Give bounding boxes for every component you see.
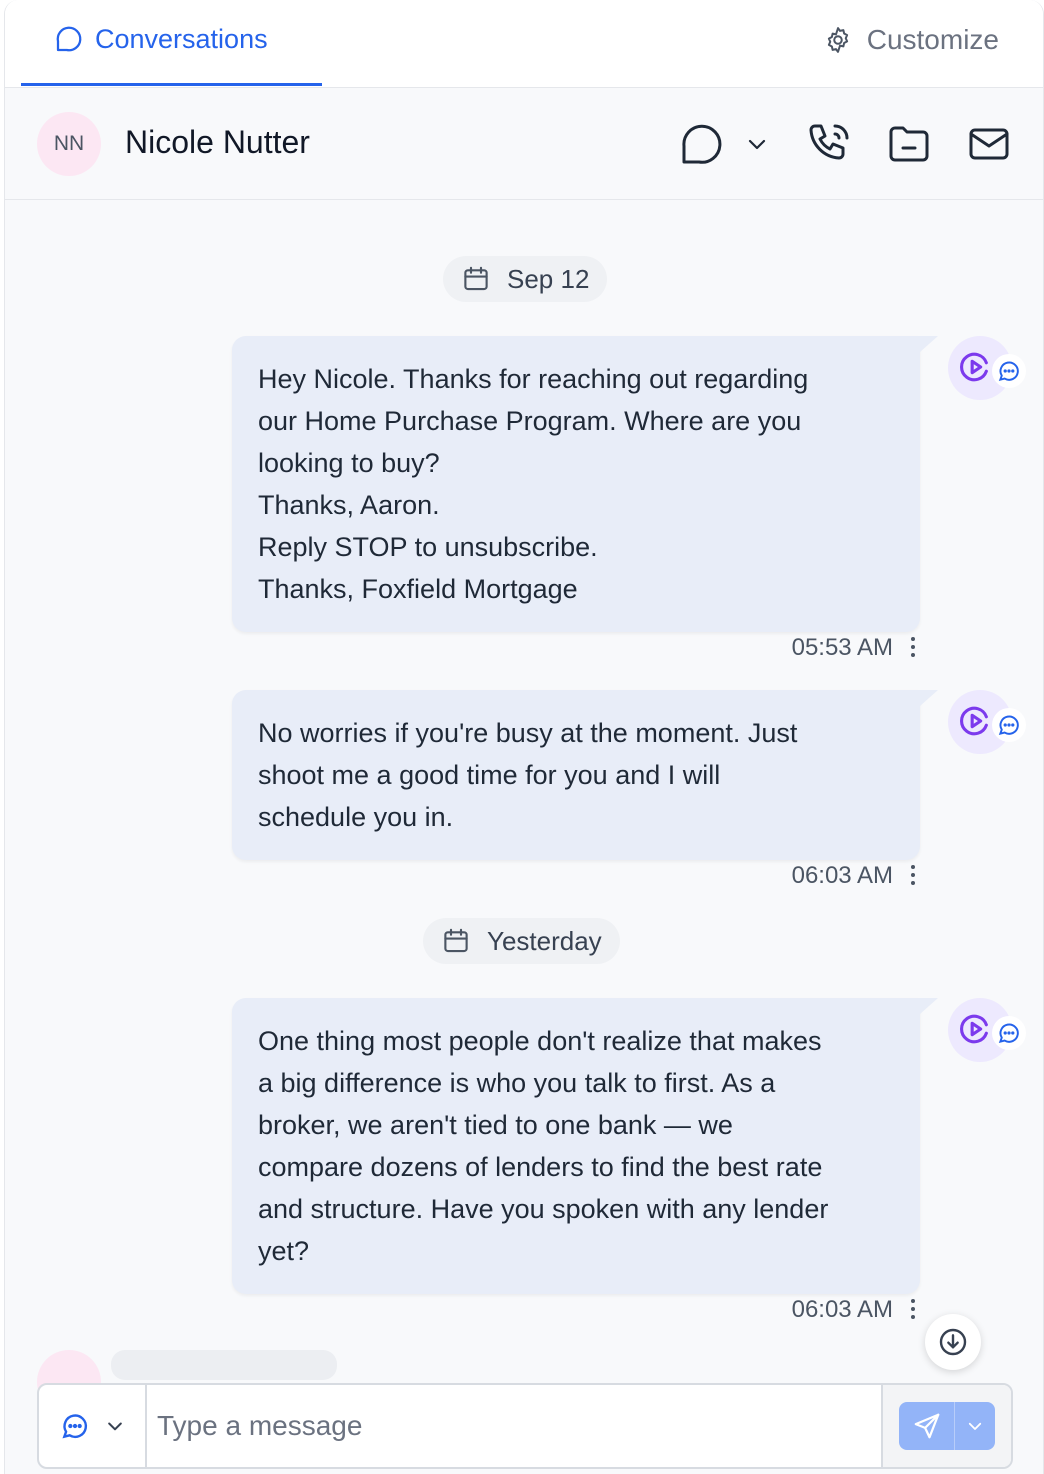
send-options-button[interactable] — [955, 1402, 995, 1450]
message-line: schedule you in. — [258, 802, 454, 832]
message-line: broker, we aren't tied to one bank — we — [258, 1110, 733, 1140]
message-time: 06:03 AM — [791, 862, 893, 889]
message-bubble[interactable]: One thing most people don't realize that… — [232, 998, 938, 1294]
message-time: 05:53 AM — [791, 634, 893, 661]
send-area — [881, 1385, 1011, 1467]
send-button-group — [899, 1402, 995, 1450]
more-vertical-icon[interactable] — [909, 864, 917, 886]
message-meta: 05:53 AM — [791, 634, 915, 662]
sms-badge — [992, 708, 1026, 742]
tab-bar: Conversations Customize — [5, 0, 1043, 88]
play-circle-icon — [960, 706, 988, 736]
chevron-down-icon — [108, 1422, 122, 1431]
message-bubble[interactable]: No worries if you're busy at the moment.… — [232, 690, 938, 860]
sender-avatar — [948, 336, 1026, 400]
play-circle-icon — [960, 1014, 988, 1044]
scroll-to-bottom-button[interactable] — [925, 1314, 981, 1370]
sms-icon — [998, 361, 1019, 382]
message-time: 06:03 AM — [791, 1296, 893, 1323]
date-label: Sep 12 — [507, 263, 590, 294]
gear-icon — [827, 27, 848, 53]
message-bubble[interactable]: Hey Nicole. Thanks for reaching out rega… — [232, 336, 938, 632]
sms-icon — [62, 1414, 88, 1439]
message-line: No worries if you're busy at the moment.… — [258, 718, 798, 748]
tab-customize-label: Customize — [866, 24, 999, 55]
send-button[interactable] — [899, 1402, 955, 1450]
message-input[interactable] — [147, 1385, 881, 1467]
calendar-icon — [464, 266, 488, 291]
date-divider: Sep 12 — [443, 256, 608, 302]
chat-bubble-icon[interactable] — [677, 120, 725, 168]
channel-selector[interactable] — [39, 1385, 147, 1467]
play-circle-icon — [960, 352, 988, 382]
folder-icon[interactable] — [885, 120, 933, 168]
contact-name[interactable]: Nicole Nutter — [125, 124, 310, 161]
sms-badge — [992, 354, 1026, 388]
date-divider: Yesterday — [423, 918, 620, 964]
date-label: Yesterday — [487, 925, 602, 956]
send-icon — [914, 1413, 939, 1439]
message-line: Reply STOP to unsubscribe. — [258, 532, 598, 562]
message-line: Thanks, Foxfield Mortgage — [258, 574, 578, 604]
sms-badge — [992, 1016, 1026, 1050]
chevron-down-icon — [968, 1422, 982, 1430]
avatar[interactable]: NN — [37, 112, 101, 176]
phone-icon[interactable] — [805, 120, 853, 168]
sms-icon — [998, 715, 1019, 736]
message-composer — [37, 1383, 1013, 1469]
message-line: compare dozens of lenders to find the be… — [258, 1152, 823, 1182]
message-line: Hey Nicole. Thanks for reaching out rega… — [258, 364, 809, 394]
message-line: our Home Purchase Program. Where are you — [258, 406, 802, 436]
more-vertical-icon[interactable] — [909, 1298, 917, 1320]
sender-avatar — [948, 690, 1026, 754]
chevron-down-icon[interactable] — [745, 132, 769, 156]
arrow-down-circle-icon — [939, 1328, 967, 1356]
message-line: Thanks, Aaron. — [258, 490, 440, 520]
chat-bubble-icon — [56, 26, 82, 51]
tab-conversations-label: Conversations — [95, 24, 268, 54]
message-line: One thing most people don't realize that… — [258, 1026, 822, 1056]
tab-conversations[interactable]: Conversations — [21, 0, 322, 86]
more-vertical-icon[interactable] — [909, 636, 917, 658]
message-meta: 06:03 AM — [791, 862, 915, 890]
message-line: and structure. Have you spoken with any … — [258, 1194, 829, 1224]
tab-customize[interactable]: Customize — [823, 24, 999, 56]
avatar-initials: NN — [53, 132, 85, 155]
conversation-panel: Conversations Customize NN Nicole Nutter… — [4, 0, 1044, 1474]
message-line: yet? — [258, 1236, 310, 1266]
sender-avatar — [948, 998, 1026, 1062]
message-line: shoot me a good time for you and I will — [258, 760, 721, 790]
message-bubble — [111, 1350, 337, 1380]
message-line: a big difference is who you talk to firs… — [258, 1068, 776, 1098]
message-meta: 06:03 AM — [791, 1296, 915, 1324]
mail-icon[interactable] — [965, 120, 1013, 168]
message-line: looking to buy? — [258, 448, 440, 478]
sms-icon — [998, 1023, 1019, 1044]
calendar-icon — [444, 928, 468, 953]
contact-header: NN Nicole Nutter — [5, 88, 1043, 200]
